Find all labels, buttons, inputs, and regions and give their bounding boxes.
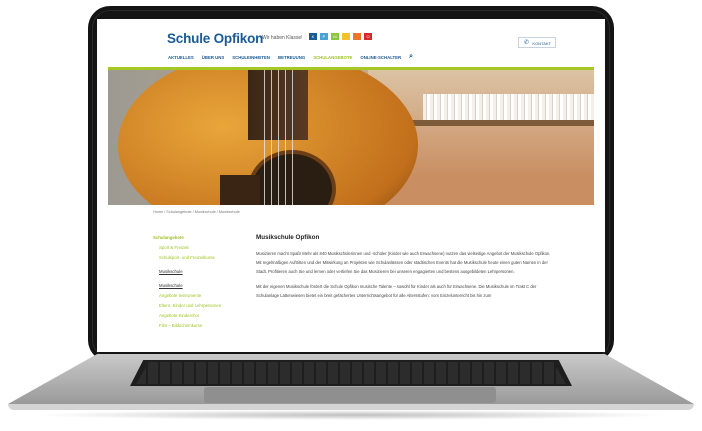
hero-shelf	[408, 120, 594, 126]
color-block-1: K	[309, 33, 317, 40]
guitar-bridge	[220, 175, 260, 205]
sidebar-heading[interactable]: Schulangebote	[153, 235, 243, 240]
page-title: Musikschule Opfikon	[256, 234, 320, 241]
nav-item-ueber-uns[interactable]: ÜBER UNS	[202, 55, 224, 60]
nav-item-online-schalter[interactable]: ONLINE-SCHALTER	[360, 55, 401, 60]
color-block-2: P	[320, 33, 328, 40]
sidebar-item-schulsport[interactable]: Schulsport- und Freizeitkurse	[153, 255, 243, 260]
color-block-6: O	[364, 33, 372, 40]
sidebar-nav: Schulangebote Sport & Freizeit Schulspor…	[153, 235, 243, 333]
breadcrumb[interactable]: Home / Schulangebote / Musikschule / Mus…	[153, 210, 240, 214]
laptop-keys	[136, 362, 566, 384]
hero-books	[423, 94, 594, 120]
color-block-5	[353, 33, 361, 40]
sidebar-item-kinderchor[interactable]: Angebote Kinderchor	[153, 313, 243, 318]
site-header: Schule Opfikon Wir haben Klasse! K P M O…	[97, 19, 605, 68]
sidebar-item-sport[interactable]: Sport & Freizeit	[153, 245, 243, 250]
color-block-3: M	[331, 33, 339, 40]
search-icon[interactable]: ⌕	[409, 53, 413, 61]
paragraph-1: Musizieren macht Spaß! Mehr als 840 Musi…	[256, 251, 551, 274]
sidebar-item-musikschule[interactable]: Musikschule	[153, 269, 243, 274]
laptop-screen: Schule Opfikon Wir haben Klasse! K P M O…	[97, 19, 605, 352]
sidebar-item-instrumente[interactable]: Angebote Instrumente	[153, 293, 243, 298]
laptop-base	[8, 354, 694, 410]
phone-icon: ✆	[524, 40, 530, 46]
nav-item-aktuelles[interactable]: AKTUELLES	[168, 55, 194, 60]
guitar-strings	[258, 70, 298, 205]
paragraph-2: Mit der eigenen Musikschule fördert die …	[256, 284, 537, 298]
nav-item-betreuung[interactable]: BETREUUNG	[278, 55, 305, 60]
site-tagline: Wir haben Klasse!	[262, 35, 303, 41]
laptop-trackpad	[204, 387, 496, 403]
contact-label: KONTAKT	[532, 41, 551, 46]
sidebar-item-eltern[interactable]: Eltern, Kinder und Lehrpersonen	[153, 303, 243, 308]
laptop-shadow	[30, 410, 672, 420]
main-content: Musikschule Opfikon Musizieren macht Spa…	[256, 234, 556, 306]
sidebar-item-film[interactable]: Film – Bildschirmkurse	[153, 323, 243, 328]
main-nav: AKTUELLES ÜBER UNS SCHULEINHEITEN BETREU…	[168, 53, 413, 61]
sidebar-item-musikschule-sub[interactable]: Musikschule	[153, 283, 243, 288]
site-logo[interactable]: Schule Opfikon	[167, 31, 263, 46]
nav-item-schuleinheiten[interactable]: SCHULEINHEITEN	[232, 55, 270, 60]
color-blocks: K P M O	[309, 33, 372, 40]
nav-item-schulangebote[interactable]: SCHULANGEBOTE	[313, 55, 352, 60]
hero-image-guitar	[108, 70, 594, 205]
contact-button[interactable]: ✆ KONTAKT	[518, 37, 556, 48]
color-block-4	[342, 33, 350, 40]
